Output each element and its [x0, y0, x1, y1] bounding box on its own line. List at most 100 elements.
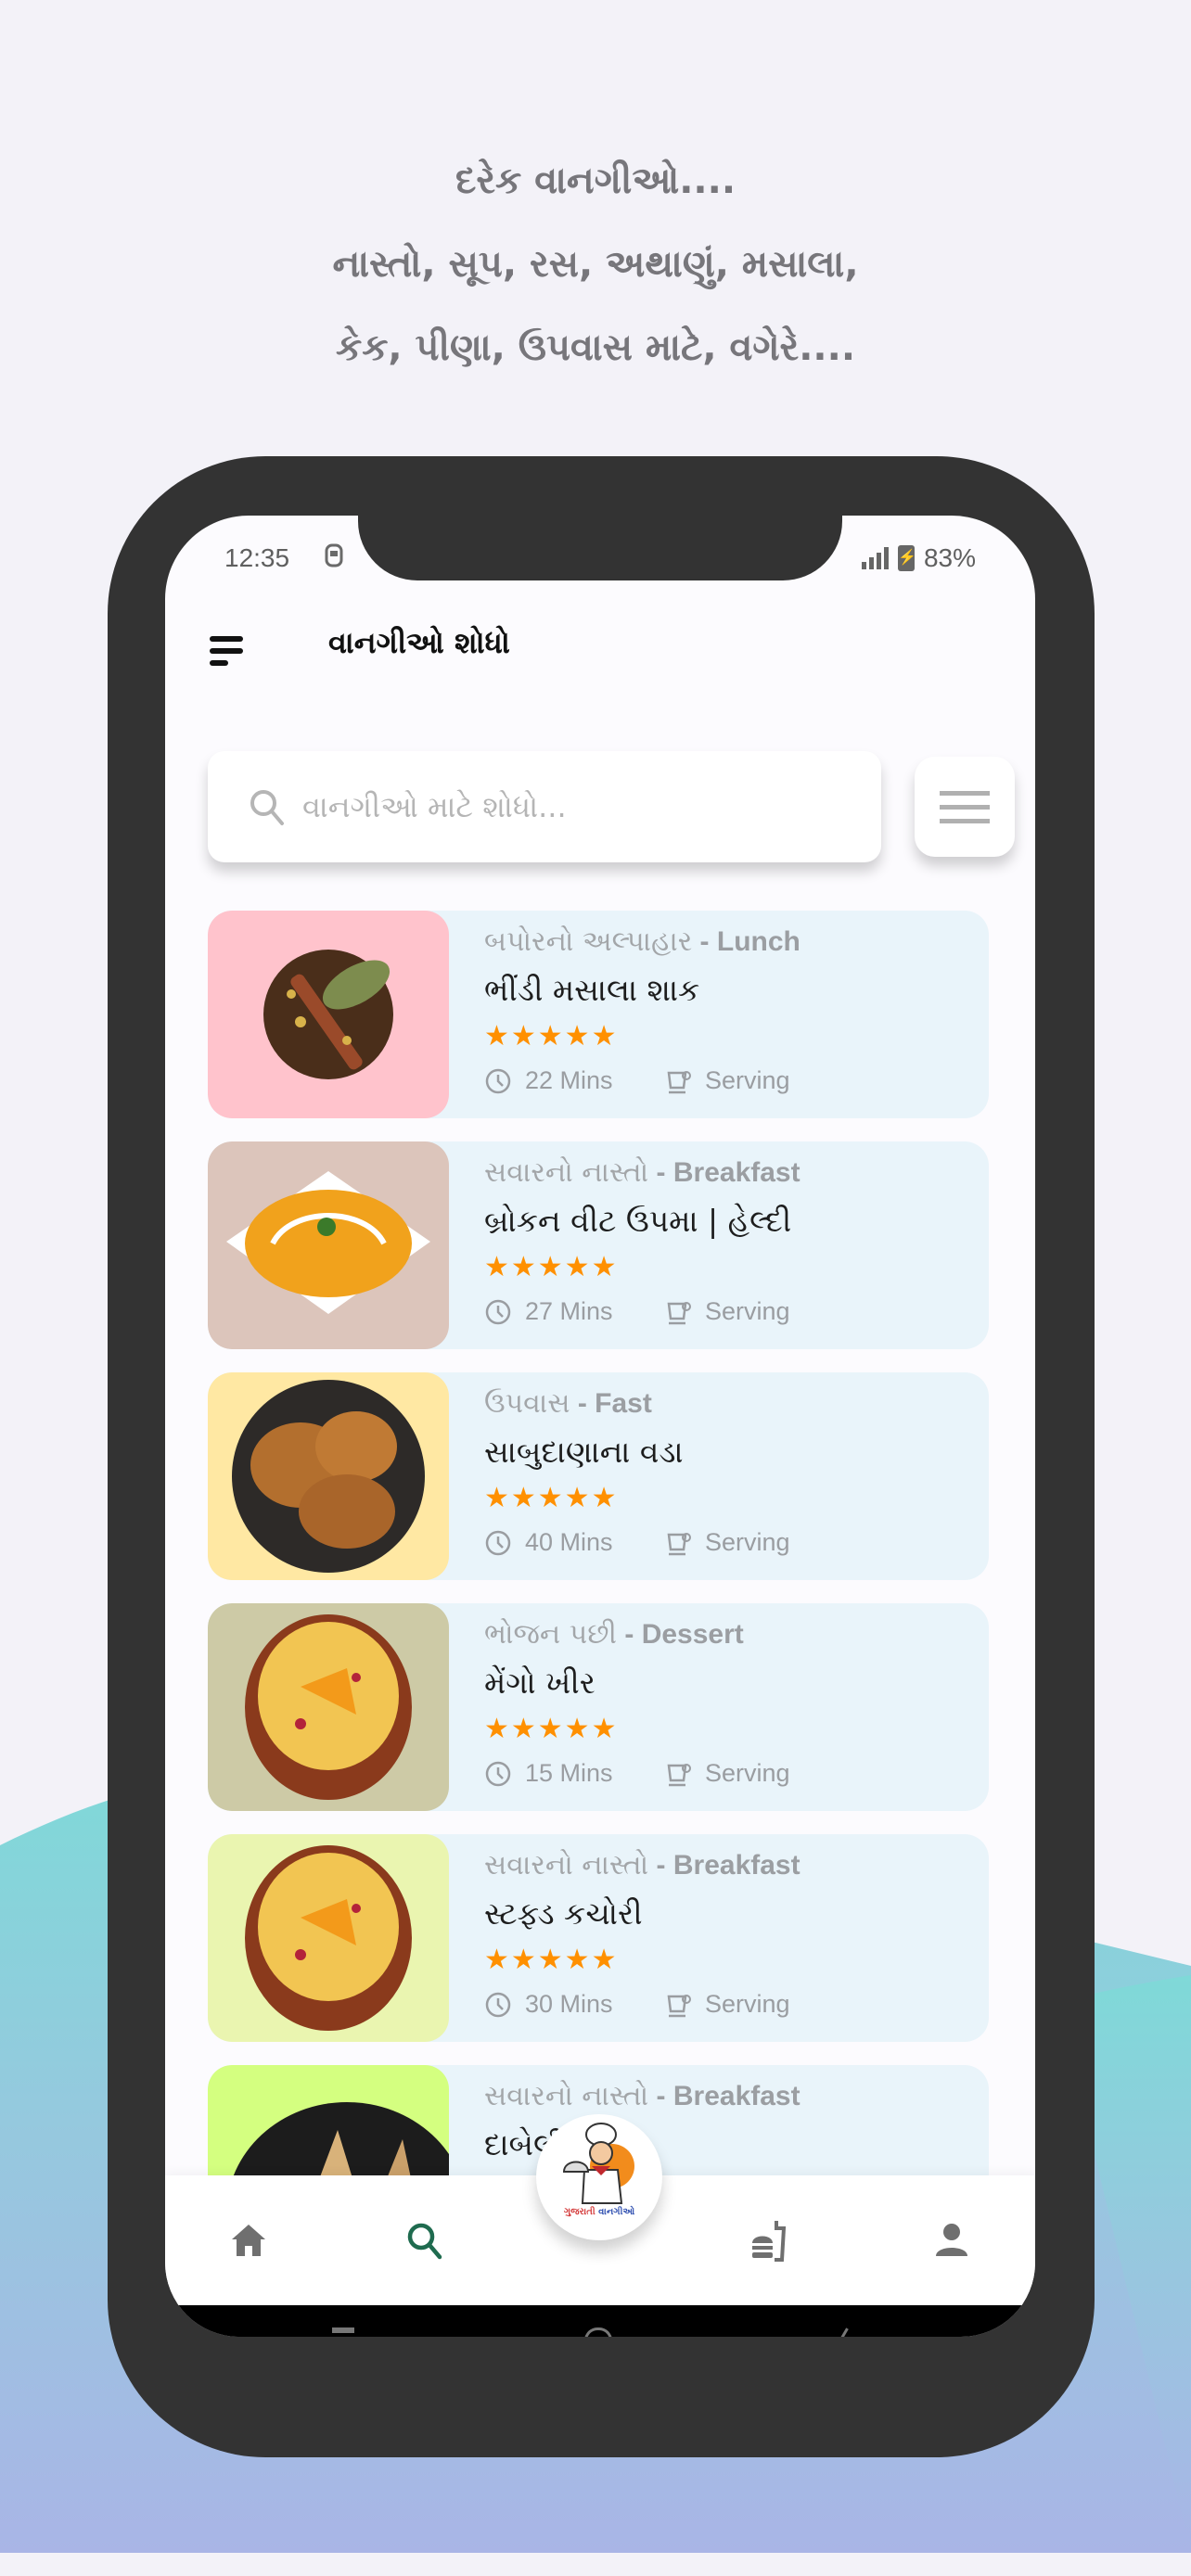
phone-frame: 12:35 ⚡ 83% વાનગીઓ શોધો વાનગીઓ માટે શોધો…: [108, 456, 1095, 2457]
serving-label: Serving: [705, 1297, 790, 1325]
recipe-category-en: - Fast: [570, 1388, 652, 1419]
clock-icon: [485, 1761, 511, 1786]
recipe-name: બ્રોકન વીટ ઉપમા | હેલ્દી: [484, 1203, 792, 1239]
recipe-category: સવારનો નાસ્તો - Breakfast: [484, 2080, 800, 2112]
home-icon: [232, 2225, 265, 2256]
recipe-meta: 30 Mins Serving: [484, 1990, 790, 2019]
recipe-card[interactable]: સવારનો નાસ્તો - Breakfast બ્રોકન વીટ ઉપમા…: [208, 1141, 989, 1349]
logo-text-part2: વાનગીઓ: [598, 2207, 635, 2217]
search-bar[interactable]: [208, 751, 881, 862]
logo-text: ગુજરાતી વાનગીઓ: [536, 2207, 662, 2217]
recipe-category-en-text: Fast: [595, 1388, 652, 1419]
signal-icon: [861, 547, 889, 569]
recipe-category: સવારનો નાસ્તો - Breakfast: [484, 1156, 800, 1189]
cook-time: 22 Mins: [525, 1066, 613, 1094]
recents-icon[interactable]: [332, 2327, 354, 2333]
filter-menu-icon: [940, 791, 990, 796]
star-rating: ★★★★★: [484, 1944, 619, 1976]
star-rating: ★★★★★: [484, 1713, 619, 1745]
recipe-category-gu: બપોરનો અલ્પાહાર: [484, 925, 693, 958]
home-gesture-icon[interactable]: [584, 2327, 612, 2337]
serving-cup-icon: [667, 1994, 691, 2017]
nav-search[interactable]: [397, 2213, 453, 2268]
recipe-category-en-text: Breakfast: [672, 1850, 800, 1881]
recipe-category-en: - Dessert: [617, 1619, 744, 1650]
recipe-image: [208, 1834, 449, 2042]
recipe-card[interactable]: ઉપવાસ - Fast સાબુદાણાના વડા ★★★★★ 40 Mins Se…: [208, 1372, 989, 1580]
clock-icon: [485, 1530, 511, 1555]
recipe-category-en: - Lunch: [692, 926, 800, 957]
recipe-name: ભીંડી મસાલા શાક: [484, 972, 700, 1008]
recipe-card[interactable]: ભોજન પછી - Dessert મેંગો ખીર ★★★★★ 15 Mins S…: [208, 1603, 989, 1811]
nav-home[interactable]: [221, 2213, 276, 2268]
clock-icon: [485, 1299, 511, 1324]
recipe-category-en: - Breakfast: [648, 2081, 800, 2111]
filter-menu-icon-line: [940, 805, 990, 810]
background-bottom-strip: [0, 2553, 1191, 2576]
recipe-category-gu: ઉપવાસ: [484, 1387, 570, 1420]
serving-cup-icon: [667, 1532, 691, 1555]
recipe-category-gu: ભોજન પછી: [484, 1618, 618, 1651]
promo-line-3: કેક, પીણા, ઉપવાસ માટે, વગેરે....: [335, 326, 856, 369]
recipe-category: બપોરનો અલ્પાહાર - Lunch: [484, 925, 800, 958]
app-screen: 12:35 ⚡ 83% વાનગીઓ શોધો વાનગીઓ માટે શોધો…: [165, 516, 1035, 2337]
promo-line-1: દરેક વાનગીઓ....: [455, 159, 736, 202]
recipe-name: સ્ટફ્ડ કચોરી: [484, 1895, 643, 1932]
battery-percent: 83%: [923, 543, 976, 572]
search-icon: [407, 2223, 442, 2260]
recipe-category-gu: સવારનો નાસ્તો: [484, 1156, 649, 1189]
serving-label: Serving: [705, 1990, 790, 2018]
clock-icon: [485, 1992, 511, 2017]
search-icon: [250, 790, 284, 825]
cook-time: 27 Mins: [525, 1297, 613, 1325]
center-logo-button[interactable]: ગુજરાતી વાનગીઓ: [536, 2114, 662, 2240]
filter-menu-icon-line: [940, 819, 990, 823]
promo-line-2: નાસ્તો, સૂપ, રસ, અથાણું, મસાલા,: [332, 243, 859, 286]
system-navigation-bar: [165, 2305, 1035, 2337]
recipe-image: [208, 1141, 449, 1349]
filter-button[interactable]: [915, 757, 1015, 857]
serving-cup-icon: [667, 1763, 691, 1786]
menu-icon[interactable]: [210, 632, 243, 670]
recipe-image: [208, 1603, 449, 1811]
recipe-meta: 22 Mins Serving: [484, 1066, 790, 1095]
star-rating: ★★★★★: [484, 1482, 619, 1514]
clock-icon: [485, 1068, 511, 1093]
camera-notch: [358, 516, 842, 580]
status-right-icons: ⚡ 83%: [861, 543, 976, 573]
logo-text-part1: ગુજરાતી: [563, 2207, 596, 2217]
page-title: વાનગીઓ શોધો: [328, 625, 510, 660]
serving-cup-icon: [667, 1070, 691, 1093]
recipe-category-en-text: Breakfast: [672, 2081, 800, 2111]
promo-text: દરેક વાનગીઓ.... નાસ્તો, સૂપ, રસ, અથાણું,…: [0, 139, 1191, 389]
back-icon[interactable]: [839, 2327, 849, 2337]
recipe-image: [208, 1372, 449, 1580]
nav-food[interactable]: [742, 2213, 798, 2268]
star-rating: ★★★★★: [484, 1251, 619, 1283]
serving-cup-icon: [667, 1301, 691, 1324]
battery-charging-icon: ⚡: [897, 545, 916, 571]
recipe-card[interactable]: સવારનો નાસ્તો - Breakfast સ્ટફ્ડ કચોરી ★★★…: [208, 1834, 989, 2042]
search-input[interactable]: [301, 788, 824, 825]
star-rating: ★★★★★: [484, 1020, 619, 1052]
recipe-category: ભોજન પછી - Dessert: [484, 1618, 744, 1651]
serving-label: Serving: [705, 1759, 790, 1787]
person-icon: [936, 2224, 967, 2256]
recipe-category-en: - Breakfast: [648, 1850, 800, 1881]
nav-profile[interactable]: [924, 2213, 980, 2268]
recipe-category-en-text: Lunch: [716, 926, 800, 957]
recipe-meta: 40 Mins Serving: [484, 1528, 790, 1557]
recipe-meta: 27 Mins Serving: [484, 1297, 790, 1326]
cook-time: 30 Mins: [525, 1990, 613, 2018]
recipe-name: મેંગો ખીર: [484, 1664, 596, 1701]
recipe-category-gu: સવારનો નાસ્તો: [484, 2080, 649, 2112]
cook-time: 40 Mins: [525, 1528, 613, 1556]
recipe-category-en: - Breakfast: [648, 1157, 800, 1188]
sim-icon: [325, 543, 343, 573]
serving-label: Serving: [705, 1066, 790, 1094]
recipe-meta: 15 Mins Serving: [484, 1759, 790, 1788]
app-header: વાનગીઓ શોધો: [165, 608, 1035, 701]
recipe-card[interactable]: બપોરનો અલ્પાહાર - Lunch ભીંડી મસાલા શાક ★★…: [208, 911, 989, 1118]
chef-logo-icon: [562, 2123, 634, 2204]
recipe-category: સવારનો નાસ્તો - Breakfast: [484, 1849, 800, 1881]
